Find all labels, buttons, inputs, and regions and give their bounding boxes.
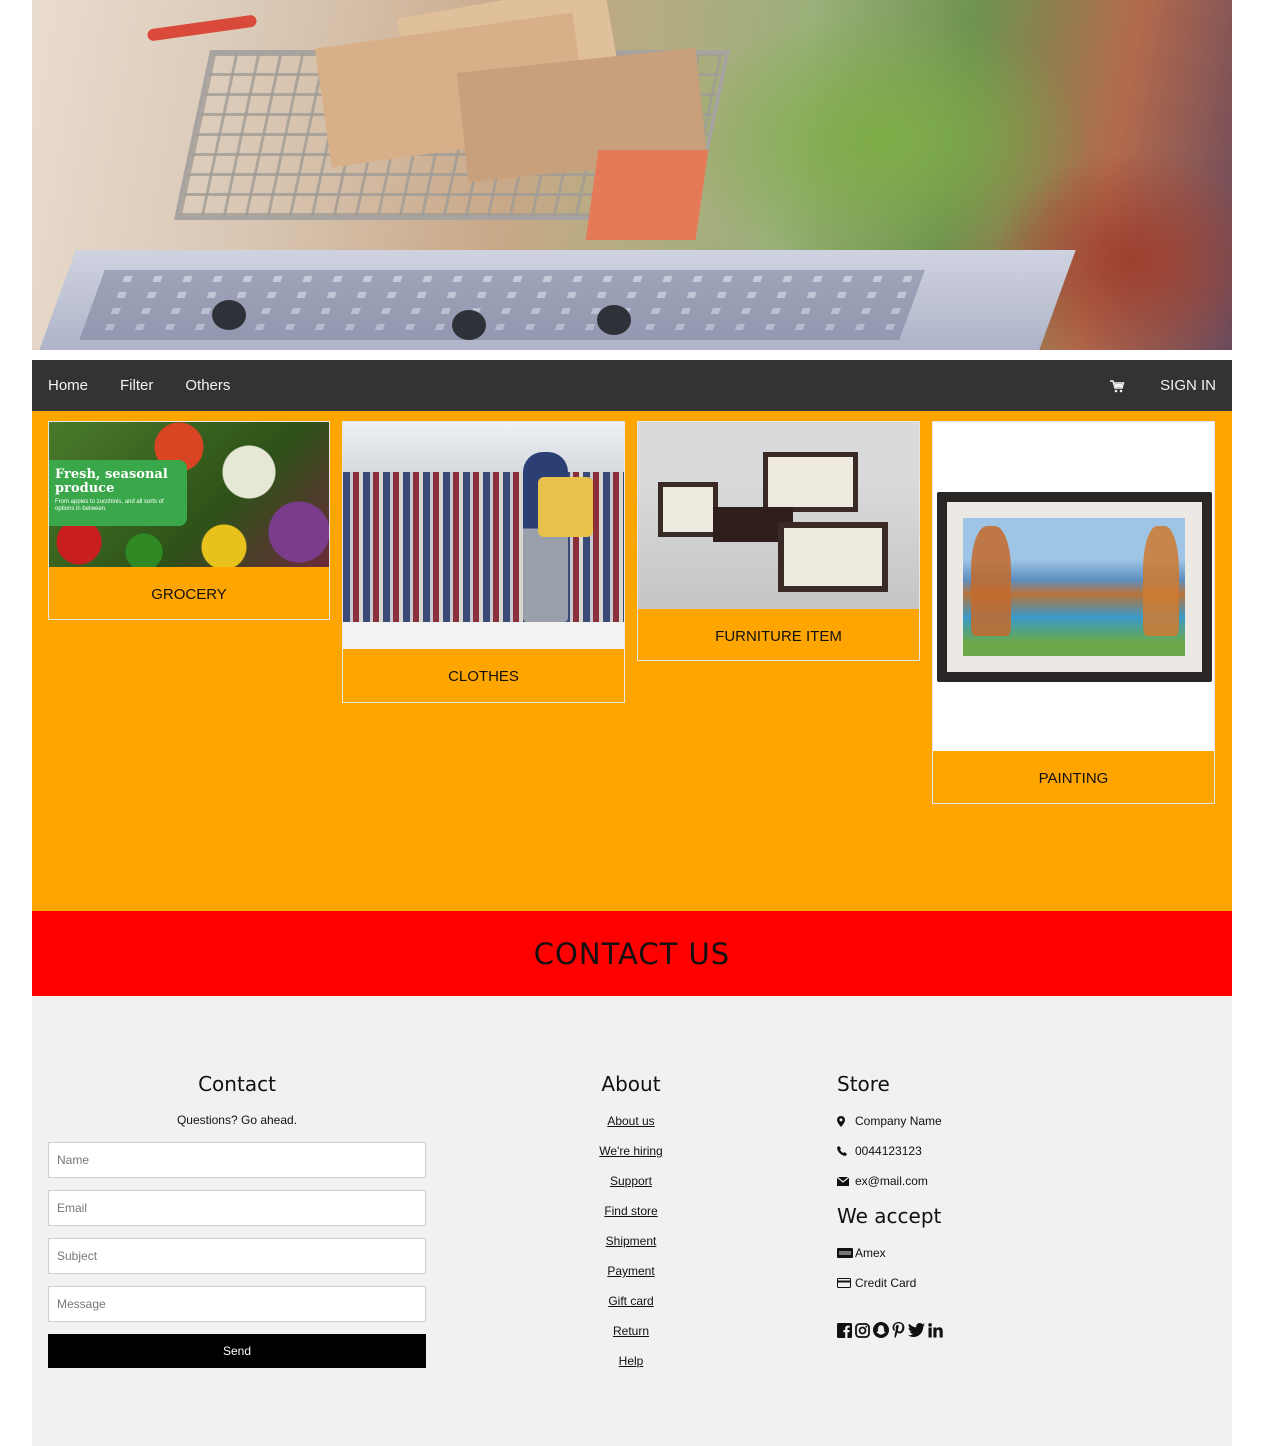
facebook-icon[interactable] xyxy=(837,1322,852,1338)
store-title: Store xyxy=(837,1072,890,1096)
about-link-gift-card[interactable]: Gift card xyxy=(531,1294,731,1308)
twitter-icon[interactable] xyxy=(908,1323,925,1337)
linkedin-icon[interactable] xyxy=(928,1322,943,1338)
product-card-clothes[interactable]: CLOTHES xyxy=(342,421,625,703)
furniture-image xyxy=(638,422,919,609)
painting-image xyxy=(933,422,1214,751)
credit-card-row: Credit Card xyxy=(837,1276,916,1290)
about-link-payment[interactable]: Payment xyxy=(531,1264,731,1278)
shopping-cart-icon[interactable] xyxy=(1109,379,1125,393)
map-marker-icon xyxy=(837,1115,855,1127)
top-navbar: Home Filter Others SIGN IN xyxy=(32,360,1232,411)
credit-card-icon xyxy=(837,1278,855,1288)
about-link-support[interactable]: Support xyxy=(531,1174,731,1188)
product-label: GROCERY xyxy=(151,586,227,603)
store-email: ex@mail.com xyxy=(855,1174,928,1188)
contact-subtitle: Questions? Go ahead. xyxy=(176,1113,298,1127)
contact-title: Contact xyxy=(198,1072,276,1096)
grocery-image: Fresh, seasonal produce From apples to z… xyxy=(49,422,329,567)
sign-in-link[interactable]: SIGN IN xyxy=(1144,360,1232,411)
store-phone-row: 0044123123 xyxy=(837,1144,922,1158)
contact-us-heading: CONTACT US xyxy=(533,936,731,971)
product-card-grocery[interactable]: Fresh, seasonal produce From apples to z… xyxy=(48,421,330,620)
about-link-find-store[interactable]: Find store xyxy=(531,1204,731,1218)
instagram-icon[interactable] xyxy=(855,1322,870,1338)
store-company-row: Company Name xyxy=(837,1114,942,1128)
store-company-name: Company Name xyxy=(855,1114,942,1128)
amex-card-icon xyxy=(837,1248,855,1258)
pinterest-icon[interactable] xyxy=(892,1322,905,1338)
about-title: About xyxy=(601,1072,661,1096)
message-field[interactable] xyxy=(48,1286,426,1322)
send-button[interactable]: Send xyxy=(48,1334,426,1368)
grocery-banner-title: Fresh, seasonal produce xyxy=(55,467,168,496)
store-email-row: ex@mail.com xyxy=(837,1174,928,1188)
product-label: CLOTHES xyxy=(448,668,519,685)
product-card-furniture[interactable]: FURNITURE ITEM xyxy=(637,421,920,661)
nav-others-link[interactable]: Others xyxy=(169,360,246,411)
product-card-painting[interactable]: PAINTING xyxy=(932,421,1215,804)
name-field[interactable] xyxy=(48,1142,426,1178)
contact-us-banner: CONTACT US xyxy=(32,911,1232,996)
subject-field[interactable] xyxy=(48,1238,426,1274)
amex-row: Amex xyxy=(837,1246,886,1260)
email-field[interactable] xyxy=(48,1190,426,1226)
nav-home-link[interactable]: Home xyxy=(32,360,104,411)
phone-icon xyxy=(837,1146,855,1156)
product-label: PAINTING xyxy=(1038,770,1109,787)
about-link-return[interactable]: Return xyxy=(531,1324,731,1338)
we-accept-title: We accept xyxy=(837,1204,942,1228)
clothes-store-image xyxy=(343,422,624,649)
credit-card-label: Credit Card xyxy=(855,1276,917,1290)
about-link-about-us[interactable]: About us xyxy=(531,1114,731,1128)
product-category-grid: Fresh, seasonal produce From apples to z… xyxy=(32,411,1232,911)
amex-label: Amex xyxy=(855,1246,886,1260)
hero-banner-image xyxy=(32,0,1232,350)
about-link-shipment[interactable]: Shipment xyxy=(531,1234,731,1248)
grocery-banner-subtitle: From apples to zucchinis, and all sorts … xyxy=(55,499,164,512)
snapchat-icon[interactable] xyxy=(873,1322,889,1338)
footer: Contact Questions? Go ahead. Send About … xyxy=(32,996,1232,1446)
store-phone: 0044123123 xyxy=(855,1144,922,1158)
social-links xyxy=(837,1322,943,1338)
about-link-help[interactable]: Help xyxy=(531,1354,731,1368)
nav-filter-link[interactable]: Filter xyxy=(104,360,169,411)
product-label: FURNITURE ITEM xyxy=(715,628,842,645)
envelope-icon xyxy=(837,1176,855,1186)
about-link-hiring[interactable]: We're hiring xyxy=(531,1144,731,1158)
